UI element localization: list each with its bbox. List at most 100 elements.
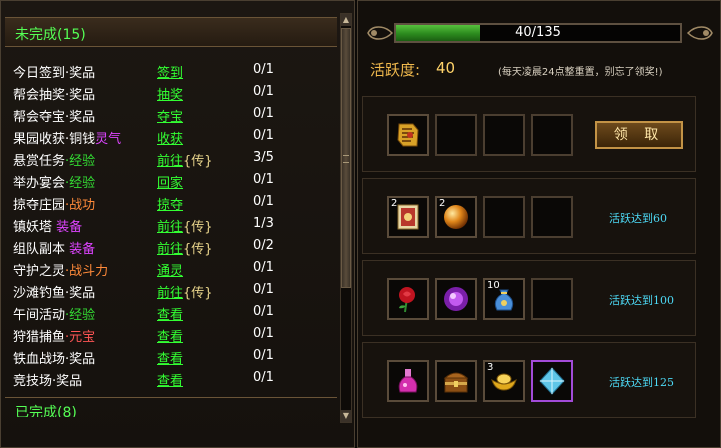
reset-note: (每天凌晨24点整重置，别忘了领奖!) <box>498 67 663 78</box>
reward-slot[interactable] <box>387 360 429 402</box>
reward-slot-empty <box>483 196 525 238</box>
task-row: 守护之灵·战斗力 通灵 0/1 <box>5 257 339 279</box>
task-name: 镇妖塔 装备 <box>13 220 83 235</box>
rose-icon <box>399 287 415 313</box>
ornament-left-icon <box>364 23 394 43</box>
activity-value: 40 <box>436 59 456 77</box>
task-name: 午间活动·经验 <box>13 308 96 323</box>
reward-tier-1: 领 取 <box>362 96 696 172</box>
task-row: 今日签到·奖品 签到 0/1 <box>5 59 339 81</box>
task-link[interactable]: 掠夺 <box>157 194 183 213</box>
task-link[interactable]: 查看 <box>157 304 183 323</box>
task-name: 组队副本 装备 <box>13 242 96 257</box>
scroll-up-icon[interactable]: ▲ <box>341 14 351 26</box>
task-progress: 0/1 <box>253 282 274 297</box>
scrollbar[interactable]: ▲ ▼ <box>340 13 352 423</box>
scroll-down-icon[interactable]: ▼ <box>341 410 351 422</box>
item-count: 10 <box>487 280 500 291</box>
task-name: 帮会夺宝·奖品 <box>13 110 96 125</box>
task-row: 掠夺庄园·战功 掠夺 0/1 <box>5 191 339 213</box>
reward-slot-empty <box>531 196 573 238</box>
activity-label: 活跃度: <box>370 61 421 79</box>
task-row: 午间活动·经验 查看 0/1 <box>5 301 339 323</box>
reward-slot[interactable]: 2 <box>435 196 477 238</box>
reward-slot-empty <box>435 114 477 156</box>
reward-slot[interactable]: 3 <box>483 360 525 402</box>
reward-slot-empty <box>531 278 573 320</box>
task-list: 今日签到·奖品 签到 0/1 帮会抽奖·奖品 抽奖 0/1 帮会夺宝·奖品 夺宝… <box>5 59 339 389</box>
task-progress: 1/3 <box>253 216 274 231</box>
claim-button[interactable]: 领 取 <box>595 121 683 149</box>
reward-slot[interactable] <box>531 360 573 402</box>
task-progress: 0/1 <box>253 260 274 275</box>
task-progress: 0/1 <box>253 304 274 319</box>
gem-icon <box>444 287 468 311</box>
task-link[interactable]: 前往{传} <box>157 216 213 235</box>
activity-panel: 40/135 活跃度: 40 (每天凌晨24点整重置，别忘了领奖!) 领 取 2… <box>357 0 721 448</box>
activity-progress-bar: 40/135 <box>394 23 682 43</box>
task-name: 举办宴会·经验 <box>13 176 96 191</box>
task-link[interactable]: 前往{传} <box>157 238 213 257</box>
task-panel: 未完成(15) 今日签到·奖品 签到 0/1 帮会抽奖·奖品 抽奖 0/1 帮会… <box>0 0 355 448</box>
task-progress: 0/1 <box>253 84 274 99</box>
reward-slot[interactable]: 2 <box>387 196 429 238</box>
task-name: 今日签到·奖品 <box>13 66 96 81</box>
task-progress: 0/1 <box>253 62 274 77</box>
reward-tier-4: 3 活跃达到125 <box>362 342 696 418</box>
task-progress: 0/1 <box>253 326 274 341</box>
task-name: 狩猎捕鱼·元宝 <box>13 330 96 345</box>
task-row: 镇妖塔 装备 前往{传} 1/3 <box>5 213 339 235</box>
talisman-icon <box>397 204 419 230</box>
task-name: 铁血战场·奖品 <box>13 352 96 367</box>
task-link[interactable]: 抽奖 <box>157 84 183 103</box>
task-link[interactable]: 查看 <box>157 326 183 345</box>
task-link[interactable]: 通灵 <box>157 260 183 279</box>
task-link[interactable]: 回家 <box>157 172 183 191</box>
item-count: 3 <box>487 362 494 373</box>
ornament-right-icon <box>686 23 716 43</box>
task-progress: 0/2 <box>253 238 274 253</box>
reward-tier-2: 2 2 活跃达到60 <box>362 178 696 254</box>
reward-slot[interactable]: 10 <box>483 278 525 320</box>
item-count: 2 <box>391 198 398 209</box>
task-link[interactable]: 查看 <box>157 370 183 389</box>
ingot-icon <box>491 373 517 391</box>
task-link[interactable]: 查看 <box>157 348 183 367</box>
task-link[interactable]: 签到 <box>157 62 183 81</box>
task-row: 组队副本 装备 前往{传} 0/2 <box>5 235 339 257</box>
chest-icon <box>443 372 469 393</box>
reward-slot[interactable] <box>435 360 477 402</box>
reward-threshold: 活跃达到125 <box>609 376 674 389</box>
task-row: 竞技场·奖品 查看 0/1 <box>5 367 339 389</box>
task-name: 竞技场·奖品 <box>13 374 83 389</box>
task-progress: 0/1 <box>253 348 274 363</box>
crystal-icon <box>539 367 565 395</box>
incomplete-header[interactable]: 未完成(15) <box>5 17 337 47</box>
reward-slot[interactable] <box>387 114 429 156</box>
task-row: 举办宴会·经验 回家 0/1 <box>5 169 339 191</box>
incomplete-header-label: 未完成(15) <box>15 27 86 43</box>
task-progress: 0/1 <box>253 128 274 143</box>
reward-slot[interactable] <box>435 278 477 320</box>
task-progress: 0/1 <box>253 194 274 209</box>
task-row: 帮会抽奖·奖品 抽奖 0/1 <box>5 81 339 103</box>
task-name: 掠夺庄园·战功 <box>13 198 96 213</box>
orb-icon <box>444 205 468 229</box>
task-link[interactable]: 收获 <box>157 128 183 147</box>
task-progress: 0/1 <box>253 370 274 385</box>
task-name: 守护之灵·战斗力 <box>13 264 109 279</box>
scroll-icon <box>397 123 419 147</box>
task-name: 帮会抽奖·奖品 <box>13 88 96 103</box>
reward-slot-empty <box>531 114 573 156</box>
task-link[interactable]: 前往{传} <box>157 282 213 301</box>
reward-slot[interactable] <box>387 278 429 320</box>
completed-header[interactable]: 已完成(8) <box>5 397 337 417</box>
task-row: 悬赏任务·经验 前往{传} 3/5 <box>5 147 339 169</box>
task-row: 帮会夺宝·奖品 夺宝 0/1 <box>5 103 339 125</box>
task-link[interactable]: 夺宝 <box>157 106 183 125</box>
grip-icon <box>343 155 349 163</box>
task-progress: 3/5 <box>253 150 274 165</box>
reward-threshold: 活跃达到60 <box>609 212 667 225</box>
task-link[interactable]: 前往{传} <box>157 150 213 169</box>
scroll-thumb[interactable] <box>341 28 351 288</box>
